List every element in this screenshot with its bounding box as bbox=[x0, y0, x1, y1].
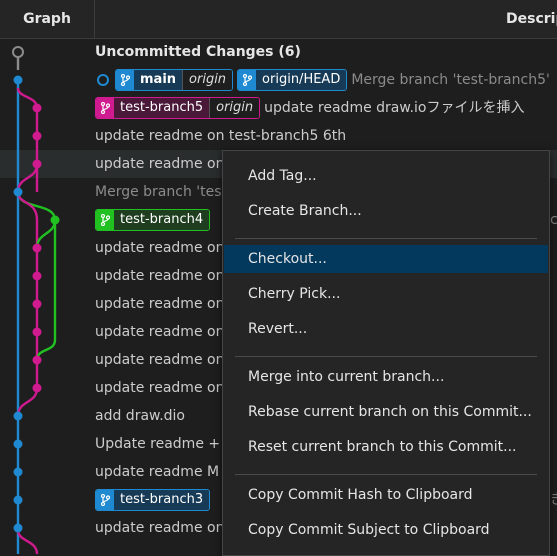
branch-label[interactable]: test-branch4 bbox=[95, 209, 211, 231]
graph-node-uncommitted bbox=[12, 46, 24, 58]
graph-node bbox=[32, 131, 42, 141]
commit-message: update readme on bbox=[95, 296, 225, 312]
commit-message: update readme on test-branch5 6th bbox=[95, 128, 347, 144]
commit-message-overflow: き bbox=[550, 486, 557, 514]
commit-message-overflow: c bbox=[550, 212, 557, 228]
graph-node bbox=[32, 103, 42, 113]
commit-message: update readme on bbox=[95, 324, 225, 340]
graph-node bbox=[32, 299, 42, 309]
commit-row[interactable]: Update readme + bbox=[95, 430, 220, 458]
commit-row[interactable]: update readme on bbox=[95, 234, 224, 262]
menu-item[interactable]: Revert... bbox=[224, 315, 548, 343]
graph-node bbox=[32, 159, 42, 169]
graph-merge-curve bbox=[16, 163, 39, 193]
uncommitted-changes-row[interactable]: Uncommitted Changes (6) bbox=[95, 38, 301, 66]
commit-row[interactable]: main origin origin/HEAD Merge branch 'test-… bbox=[95, 66, 550, 94]
branch-name: test-branch5 bbox=[114, 98, 210, 118]
graph-branch-curve bbox=[16, 529, 39, 554]
branch-icon bbox=[96, 210, 114, 230]
commit-row[interactable]: update readme on bbox=[95, 150, 224, 178]
branch-remote: origin bbox=[182, 70, 233, 90]
graph-node bbox=[13, 187, 23, 197]
branch-name: origin/HEAD bbox=[256, 70, 347, 90]
graph-node bbox=[13, 75, 23, 85]
menu-item[interactable]: Checkout... bbox=[224, 245, 548, 273]
graph-node bbox=[13, 495, 23, 505]
commit-row[interactable]: update readme on bbox=[95, 262, 224, 290]
commit-row[interactable]: test-branch3 き bbox=[95, 486, 557, 514]
commit-row[interactable]: test-branch5 origin update readme draw.ioフ… bbox=[95, 94, 524, 122]
graph-node bbox=[13, 467, 23, 477]
branch-label[interactable]: origin/HEAD bbox=[237, 69, 348, 91]
commit-row[interactable]: update readme on test-branch5 6th bbox=[95, 122, 346, 150]
menu-item[interactable]: Copy Commit Subject to Clipboard bbox=[224, 516, 548, 544]
graph-node bbox=[32, 271, 42, 281]
commit-row[interactable]: update readme on bbox=[95, 346, 224, 374]
graph-node bbox=[32, 327, 42, 337]
commit-message: update readme on bbox=[95, 240, 225, 256]
graph-node bbox=[32, 355, 42, 365]
branch-name: test-branch4 bbox=[114, 210, 210, 230]
commit-message: update readme on bbox=[95, 156, 225, 172]
menu-item[interactable]: Create Branch... bbox=[224, 197, 548, 225]
head-indicator-icon bbox=[97, 74, 109, 86]
graph-node bbox=[13, 523, 23, 533]
commit-message: add draw.dio bbox=[95, 408, 185, 424]
graph-node bbox=[50, 215, 60, 225]
branch-label[interactable]: test-branch5 origin bbox=[95, 97, 261, 119]
commit-row[interactable]: update readme on bbox=[95, 290, 224, 318]
graph-merge-curve bbox=[16, 387, 39, 417]
commit-message: update readme on bbox=[95, 352, 225, 368]
commit-graph bbox=[12, 46, 60, 554]
graph-node bbox=[13, 439, 23, 449]
commit-message: update readme draw.ioファイルを挿入 bbox=[264, 100, 525, 116]
commit-row[interactable]: update readme on bbox=[95, 514, 224, 542]
branch-label[interactable]: test-branch3 bbox=[95, 489, 211, 511]
graph-node bbox=[32, 243, 42, 253]
menu-item[interactable]: Reset current branch to this Commit... bbox=[224, 433, 548, 461]
commit-row[interactable]: Merge branch 'tes bbox=[95, 178, 222, 206]
menu-item[interactable]: Rebase current branch on this Commit... bbox=[224, 398, 548, 426]
context-menu: Add Tag... Create Branch... Checkout... Che… bbox=[222, 150, 550, 556]
description-column-header[interactable]: Descrip bbox=[506, 0, 557, 38]
menu-item[interactable]: Merge into current branch... bbox=[224, 363, 548, 391]
branch-remote: origin bbox=[209, 98, 260, 118]
graph-node bbox=[13, 411, 23, 421]
branch-icon bbox=[116, 70, 134, 90]
branch-icon bbox=[96, 98, 114, 118]
commit-message: update readme M bbox=[95, 464, 220, 480]
commit-message: Update readme + bbox=[95, 436, 221, 452]
commit-message: update readme on bbox=[95, 268, 225, 284]
table-header: Graph Descrip bbox=[0, 0, 557, 39]
commit-row[interactable]: add draw.dio bbox=[95, 402, 185, 430]
commit-row[interactable]: test-branch4 c bbox=[95, 206, 557, 234]
commit-message: Merge branch 'test-branch5' bbox=[351, 72, 550, 88]
menu-separator bbox=[235, 474, 537, 475]
branch-name: main bbox=[134, 70, 183, 90]
commit-message: Uncommitted Changes (6) bbox=[95, 44, 301, 60]
menu-item[interactable]: Add Tag... bbox=[224, 162, 548, 190]
branch-icon bbox=[238, 70, 257, 90]
commit-message: Merge branch 'tes bbox=[95, 184, 222, 200]
commit-row[interactable]: update readme on bbox=[95, 318, 224, 346]
menu-separator bbox=[235, 238, 537, 239]
graph-column-header[interactable]: Graph bbox=[0, 0, 95, 38]
menu-separator bbox=[235, 356, 537, 357]
commit-row[interactable]: update readme M bbox=[95, 458, 219, 486]
graph-node bbox=[32, 383, 42, 393]
branch-name: test-branch3 bbox=[114, 490, 210, 510]
branch-label[interactable]: main origin bbox=[115, 69, 234, 91]
branch-icon bbox=[96, 490, 114, 510]
menu-item[interactable]: Cherry Pick... bbox=[224, 280, 548, 308]
commit-message: update readme on bbox=[95, 520, 225, 536]
menu-item[interactable]: Copy Commit Hash to Clipboard bbox=[224, 481, 548, 509]
graph-merge-curve bbox=[35, 219, 57, 249]
commit-message: update readme on bbox=[95, 380, 225, 396]
commit-row[interactable]: update readme on bbox=[95, 374, 224, 402]
